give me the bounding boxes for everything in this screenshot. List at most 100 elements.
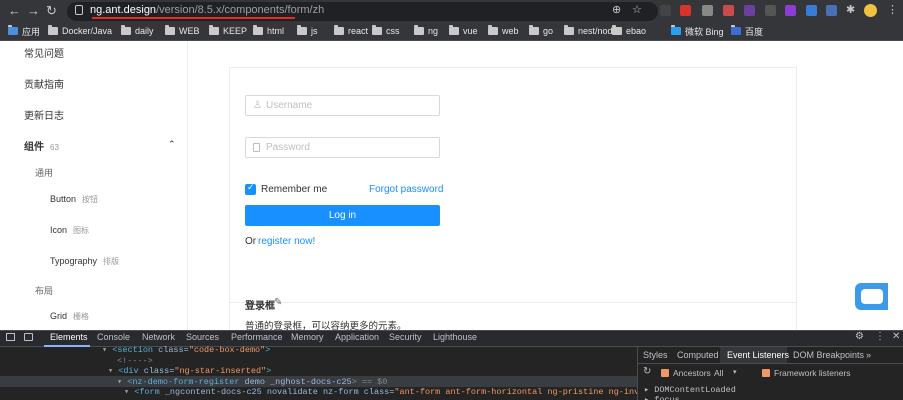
bookmark-item[interactable]: WEB (165, 24, 200, 38)
bookmark-item[interactable]: go (529, 24, 553, 38)
folder-icon (671, 25, 681, 35)
extension-icon[interactable] (806, 5, 817, 16)
menu-dots-icon[interactable]: ⋮ (875, 331, 885, 342)
devtools-tab-console[interactable]: Console (97, 332, 130, 342)
folder-icon (488, 25, 498, 35)
ancestors-checkbox[interactable] (661, 369, 669, 377)
sidepanel-tab-computed[interactable]: Computed (677, 350, 719, 360)
bookmark-item[interactable]: html (253, 24, 284, 38)
forward-icon[interactable]: → (27, 3, 40, 18)
sidebar-item-button[interactable]: Button 按钮 (50, 194, 98, 205)
bookmark-item[interactable]: web (488, 24, 519, 38)
chevron-down-icon[interactable]: ▾ (733, 368, 737, 376)
zoom-plus-icon[interactable]: ⊕ (612, 3, 621, 16)
code-tag: <form (134, 387, 160, 397)
extension-fe-icon[interactable] (680, 5, 691, 16)
devtools-tab-application[interactable]: Application (335, 332, 379, 342)
menu-dots-icon[interactable]: ⋮ (887, 3, 898, 16)
bookmark-item[interactable]: 应用 (8, 24, 40, 38)
extension-icon[interactable] (826, 5, 837, 16)
devtools-tab-performance[interactable]: Performance (231, 332, 283, 342)
sidepanel-tab-styles[interactable]: Styles (643, 350, 668, 360)
back-icon[interactable]: ← (8, 3, 21, 18)
event-listener-item[interactable]: ▸ DOMContentLoaded (644, 385, 736, 395)
bookmark-item[interactable]: KEEP (209, 24, 247, 38)
code-line-div[interactable]: ▾ <div class="ng-star-inserted"> (108, 366, 271, 376)
code-value: "ng-star-inserted" (174, 366, 267, 376)
divider (229, 302, 797, 303)
extension-icon[interactable] (785, 5, 796, 16)
register-link[interactable]: register now! (258, 236, 315, 247)
code-line-section[interactable]: ▾ <section class="code-box-demo"> (102, 345, 270, 355)
devtools-tab-network[interactable]: Network (142, 332, 175, 342)
devtools-tab-security[interactable]: Security (389, 332, 422, 342)
sidebar-item-label: Icon (50, 225, 68, 235)
sidepanel-tab-dom-breakpoints[interactable]: DOM Breakpoints (793, 350, 864, 360)
bookmark-label: WEB (179, 26, 200, 36)
extension-icon[interactable] (723, 5, 734, 16)
chevron-up-icon[interactable]: ⌃ (168, 139, 176, 150)
chat-bot-button[interactable] (855, 283, 888, 310)
sidebar-item-grid[interactable]: Grid 栅格 (50, 311, 89, 322)
bookmark-star-icon[interactable]: ☆ (632, 3, 642, 16)
code-line-comment[interactable]: <!----> (117, 356, 153, 366)
extension-icon[interactable] (702, 5, 713, 16)
login-button[interactable]: Log in (245, 205, 440, 226)
framework-checkbox[interactable] (762, 369, 770, 377)
event-listener-item[interactable]: ▸ focus (644, 395, 680, 400)
edit-icon[interactable]: ✎ (274, 297, 282, 308)
bookmark-item[interactable]: ebao (612, 24, 646, 38)
bookmark-item[interactable]: nest/node (564, 24, 618, 38)
bookmark-item[interactable]: Docker/Java (48, 24, 112, 38)
sidebar-item-faq[interactable]: 常见问题 (24, 45, 64, 60)
forgot-password-link[interactable]: Forgot password (369, 184, 443, 195)
inspect-icon[interactable] (6, 333, 15, 341)
password-input[interactable]: Password (245, 137, 440, 158)
devtools-tab-elements[interactable]: Elements (50, 332, 88, 342)
bookmark-item[interactable]: ng (414, 24, 438, 38)
more-tabs-icon[interactable]: » (866, 350, 871, 360)
bookmark-item[interactable]: css (372, 24, 400, 38)
username-input[interactable]: ♙ Username (245, 95, 440, 116)
puzzle-icon[interactable]: ✱ (846, 3, 855, 16)
refresh-icon[interactable]: ↻ (643, 366, 651, 377)
sidebar-item-typography[interactable]: Typography 排版 (50, 256, 119, 267)
reload-icon[interactable]: ↻ (46, 3, 57, 19)
devtools-tab-memory[interactable]: Memory (291, 332, 324, 342)
bookmark-item[interactable]: vue (449, 24, 478, 38)
code-tag: <div (118, 366, 139, 376)
sidebar-item-icon[interactable]: Icon 图标 (50, 225, 89, 236)
devtools-tab-lighthouse[interactable]: Lighthouse (433, 332, 477, 342)
extension-icon[interactable] (744, 5, 755, 16)
bookmark-item[interactable]: 百度 (731, 24, 763, 38)
url-highlight-underline (92, 17, 295, 19)
sidebar-item-components[interactable]: 组件 63 (24, 138, 59, 153)
bookmark-item[interactable]: react (334, 24, 368, 38)
devtools-tab-sources[interactable]: Sources (186, 332, 219, 342)
extension-icon[interactable] (765, 5, 776, 16)
extension-icon[interactable] (660, 5, 671, 16)
sidebar-item-contribute[interactable]: 贡献指南 (24, 76, 64, 91)
sidepanel-tab-event-listeners[interactable]: Event Listeners (727, 350, 789, 360)
remember-label[interactable]: Remember me (261, 184, 327, 195)
sidebar-group-layout: 布局 (35, 284, 53, 297)
divider (637, 363, 903, 364)
gear-icon[interactable]: ⚙ (855, 331, 864, 342)
code-line-component[interactable]: ▾ <nz-demo-form-register demo _nghost-do… (117, 377, 387, 387)
url-text[interactable]: ng.ant.design/version/8.5.x/components/f… (90, 4, 324, 16)
bookmark-item[interactable]: 微软 Bing (671, 24, 724, 38)
bookmark-item[interactable]: js (297, 24, 318, 38)
close-icon[interactable]: ✕ (892, 331, 900, 342)
or-text: Or (245, 236, 257, 247)
device-toggle-icon[interactable] (24, 333, 33, 341)
bookmark-label: 应用 (22, 26, 41, 37)
code-line-form[interactable]: ▾ <form _ngcontent-docs-c25 novalidate n… (124, 387, 660, 397)
avatar[interactable] (864, 4, 877, 17)
check-icon: ✓ (247, 182, 255, 192)
lock-icon[interactable] (75, 5, 83, 15)
remember-checkbox[interactable]: ✓ (245, 182, 256, 195)
bookmark-item[interactable]: daily (121, 24, 154, 38)
folder-icon (372, 25, 382, 35)
sidebar-item-changelog[interactable]: 更新日志 (24, 107, 64, 122)
ancestors-select[interactable]: All (714, 368, 723, 378)
